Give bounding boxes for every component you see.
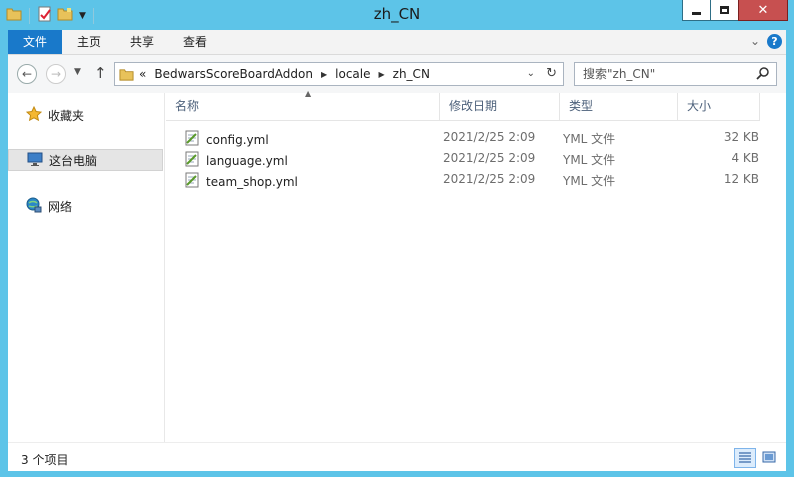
file-name: language.yml	[206, 153, 288, 168]
tab-file[interactable]: 文件	[8, 30, 62, 54]
nav-item-label: 收藏夹	[48, 108, 85, 123]
arrow-right-icon: →	[50, 67, 62, 81]
large-icons-view-button[interactable]	[758, 448, 780, 468]
table-row[interactable]: config.yml 2021/2/25 2:09 YML 文件 32 KB	[176, 127, 760, 148]
file-type: YML 文件	[563, 132, 616, 146]
text-file-icon	[184, 151, 200, 170]
status-bar: 3 个项目	[8, 442, 786, 471]
file-date: 2021/2/25 2:09	[443, 172, 536, 186]
close-icon: ✕	[757, 2, 769, 18]
nav-item-network[interactable]: 网络	[8, 195, 163, 217]
refresh-icon[interactable]: ↻	[546, 66, 557, 81]
text-file-icon	[184, 172, 200, 191]
maximize-icon	[720, 6, 729, 14]
title-bar: ▼ zh_CN ✕	[0, 0, 794, 30]
up-arrow-icon[interactable]: ↑	[94, 64, 107, 82]
column-header-name[interactable]: 名称	[166, 93, 440, 120]
view-switcher	[734, 448, 780, 468]
table-row[interactable]: language.yml 2021/2/25 2:09 YML 文件 4 KB	[176, 148, 760, 169]
file-type: YML 文件	[563, 174, 616, 188]
details-view-button[interactable]	[734, 448, 756, 468]
file-name: team_shop.yml	[206, 174, 298, 189]
maximize-button[interactable]	[710, 0, 739, 21]
column-header-size[interactable]: 大小	[678, 93, 760, 120]
minimize-icon	[692, 11, 701, 15]
recent-locations-icon[interactable]: ▼	[74, 67, 81, 77]
computer-icon	[27, 151, 43, 170]
search-box[interactable]	[574, 62, 777, 86]
file-list: ▲ 名称 修改日期 类型 大小 config.yml 2021/2/25 2:0…	[166, 89, 786, 442]
file-name-cell: team_shop.yml	[184, 172, 298, 191]
ribbon: 文件 主页 共享 查看 ⌄ ?	[8, 30, 786, 55]
address-bar[interactable]: « BedwarsScoreBoardAddon ▶ locale ▶ zh_C…	[114, 62, 564, 86]
breadcrumb-item[interactable]: zh_CN	[393, 67, 430, 81]
navigation-bar: ← → ▼ ↑ « BedwarsScoreBoardAddon ▶ local…	[8, 55, 786, 93]
large-icons-view-icon	[762, 451, 776, 466]
breadcrumb-separator-icon[interactable]: ▶	[379, 70, 385, 79]
column-header-date[interactable]: 修改日期	[440, 93, 560, 120]
file-size: 4 KB	[731, 151, 759, 165]
back-button[interactable]: ←	[17, 64, 37, 84]
breadcrumb-item[interactable]: locale	[335, 67, 370, 81]
arrow-left-icon: ←	[21, 67, 33, 81]
window-controls: ✕	[682, 0, 788, 21]
minimize-button[interactable]	[682, 0, 711, 21]
details-view-icon	[738, 451, 752, 466]
star-icon	[25, 105, 43, 125]
close-button[interactable]: ✕	[738, 0, 788, 21]
main-area: 收藏夹 这台电脑 网络 ▲ 名称 修改日期 类型 大小 config.yml 2…	[8, 89, 786, 442]
breadcrumb: « BedwarsScoreBoardAddon ▶ locale ▶ zh_C…	[139, 67, 430, 81]
header-divider	[166, 120, 760, 121]
tab-view[interactable]: 查看	[168, 30, 222, 54]
breadcrumb-item[interactable]: BedwarsScoreBoardAddon	[154, 67, 313, 81]
tab-home[interactable]: 主页	[62, 30, 116, 54]
nav-item-label: 网络	[48, 199, 73, 214]
navigation-pane: 收藏夹 这台电脑 网络	[8, 93, 165, 442]
window-title: zh_CN	[373, 5, 421, 23]
text-file-icon	[184, 130, 200, 149]
tab-share[interactable]: 共享	[116, 30, 168, 54]
file-size: 32 KB	[723, 130, 759, 144]
network-icon	[26, 197, 42, 216]
table-row[interactable]: team_shop.yml 2021/2/25 2:09 YML 文件 12 K…	[176, 169, 760, 190]
nav-item-favorites[interactable]: 收藏夹	[8, 104, 163, 126]
file-size: 12 KB	[723, 172, 759, 186]
expand-ribbon-icon[interactable]: ⌄	[750, 34, 760, 48]
file-name-cell: config.yml	[184, 130, 269, 149]
folder-icon	[119, 67, 134, 85]
item-count: 3 个项目	[21, 453, 69, 467]
help-icon[interactable]: ?	[767, 34, 782, 49]
breadcrumb-separator-icon[interactable]: ▶	[321, 70, 327, 79]
nav-item-label: 这台电脑	[49, 153, 98, 168]
address-dropdown-icon[interactable]: ⌄	[527, 68, 535, 79]
forward-button[interactable]: →	[46, 64, 66, 84]
file-name: config.yml	[206, 132, 269, 147]
column-header-type[interactable]: 类型	[560, 93, 678, 120]
nav-item-this-pc[interactable]: 这台电脑	[8, 149, 163, 171]
breadcrumb-overflow[interactable]: «	[139, 67, 146, 81]
search-input[interactable]	[583, 66, 753, 82]
file-date: 2021/2/25 2:09	[443, 151, 536, 165]
file-name-cell: language.yml	[184, 151, 288, 170]
file-type: YML 文件	[563, 153, 616, 167]
search-icon[interactable]	[756, 66, 770, 83]
file-date: 2021/2/25 2:09	[443, 130, 536, 144]
